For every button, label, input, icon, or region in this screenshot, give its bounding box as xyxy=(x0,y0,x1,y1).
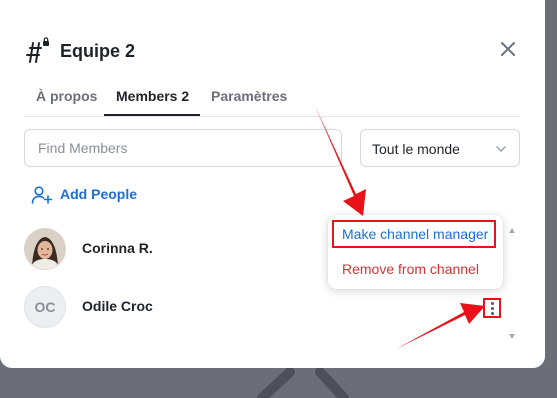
tab-members[interactable]: Members 2 xyxy=(116,88,189,104)
find-members-input[interactable] xyxy=(24,129,342,167)
member-list-scrollbar[interactable] xyxy=(506,222,518,344)
member-row[interactable]: OC Odile Croc xyxy=(24,286,484,330)
close-icon[interactable] xyxy=(494,35,522,63)
scroll-down-icon[interactable] xyxy=(509,334,515,339)
make-channel-manager-item[interactable]: Make channel manager xyxy=(332,220,496,248)
role-filter-select[interactable]: Tout le monde xyxy=(360,129,520,167)
member-name: Odile Croc xyxy=(82,298,153,314)
tab-settings[interactable]: Paramètres xyxy=(211,88,287,104)
menu-item-label: Make channel manager xyxy=(342,226,489,242)
member-name: Corinna R. xyxy=(82,240,153,256)
channel-title: Equipe 2 xyxy=(60,41,136,61)
avatar xyxy=(24,228,66,270)
user-plus-icon xyxy=(31,186,53,204)
role-filter-value: Tout le monde xyxy=(372,141,460,157)
chevron-down-icon xyxy=(496,146,506,152)
kebab-menu-icon[interactable] xyxy=(483,298,501,318)
add-people-label: Add People xyxy=(60,186,138,202)
tab-bar: À propos Members 2 Paramètres xyxy=(24,78,520,117)
active-tab-indicator xyxy=(104,114,200,116)
channel-members-modal: Equipe 2 À propos Members 2 Paramètres T… xyxy=(0,0,545,368)
remove-from-channel-item[interactable]: Remove from channel xyxy=(332,255,496,283)
tab-about[interactable]: À propos xyxy=(36,88,97,104)
scroll-up-icon[interactable] xyxy=(509,228,515,233)
member-actions-menu: Make channel manager Remove from channel xyxy=(328,215,503,289)
menu-item-label: Remove from channel xyxy=(342,261,479,277)
hash-lock-icon xyxy=(26,37,49,63)
avatar: OC xyxy=(24,286,66,328)
